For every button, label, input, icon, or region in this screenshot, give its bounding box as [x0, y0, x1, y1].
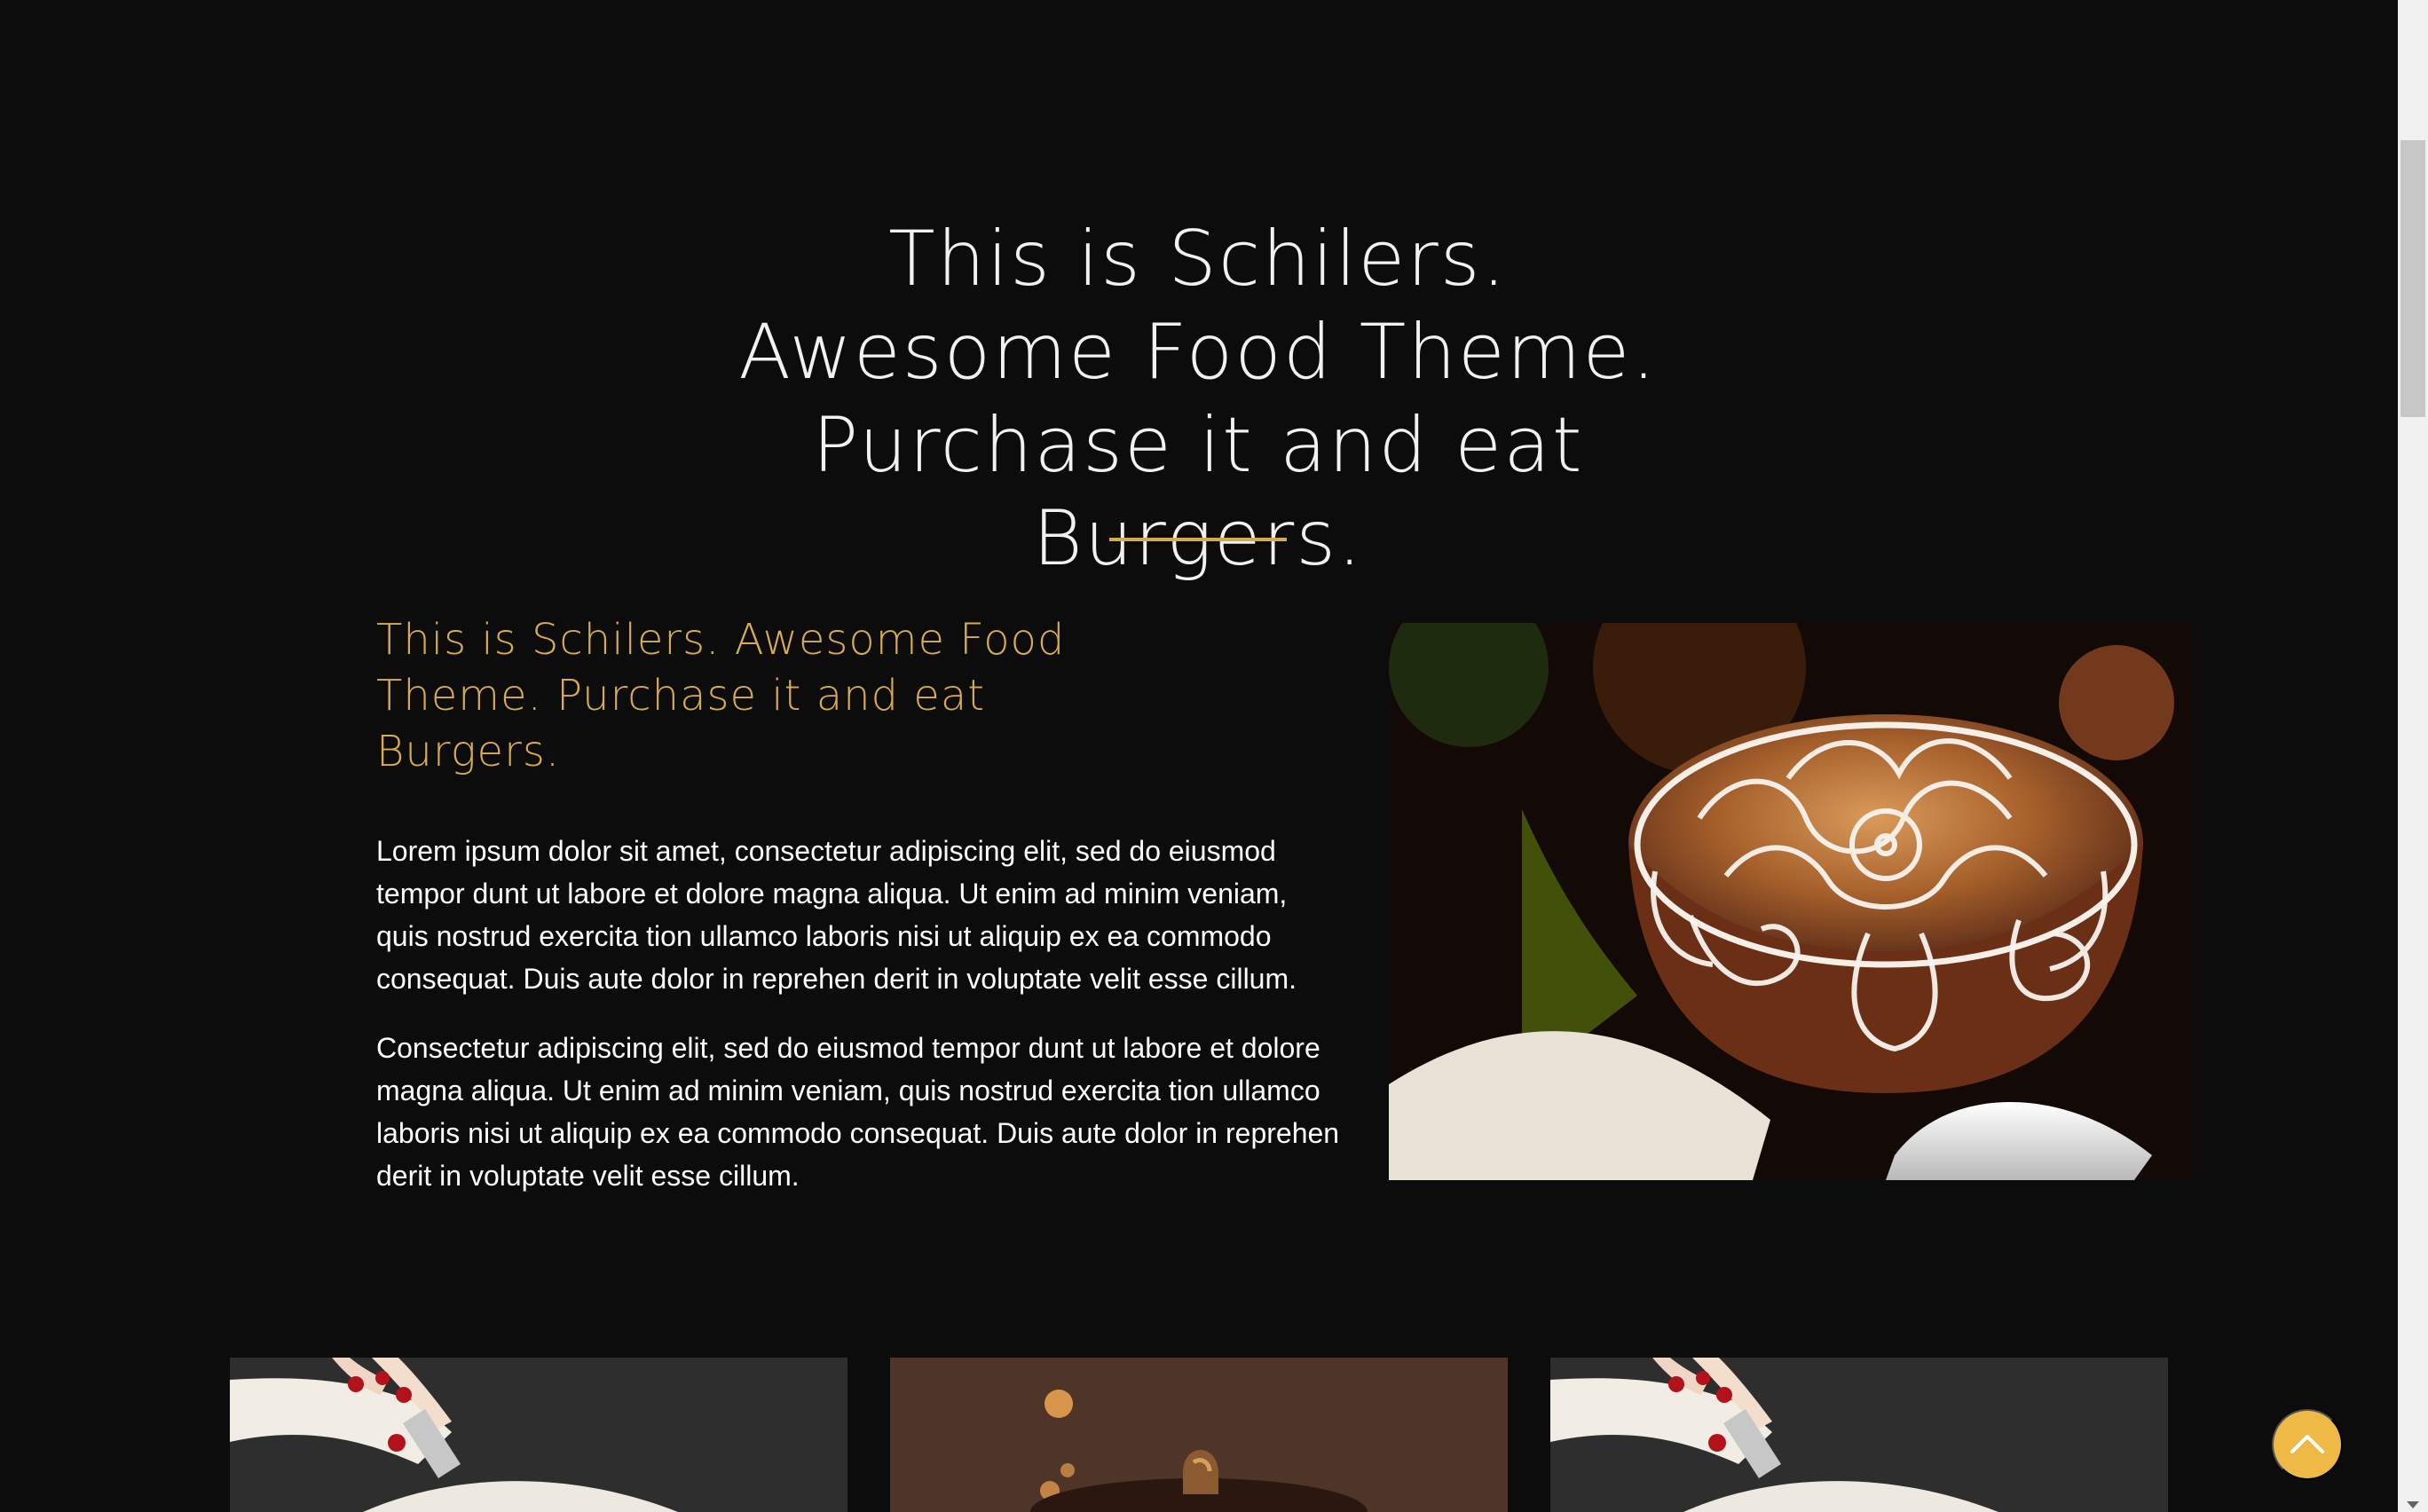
gallery-image-piping-cake — [1550, 1358, 2168, 1512]
scroll-down-arrow-icon[interactable] — [2407, 1501, 2419, 1508]
scrollbar-thumb[interactable] — [2400, 140, 2425, 417]
decorated-cake-image — [1389, 623, 2189, 1180]
about-paragraph: Consectetur adipiscing elit, sed do eius… — [376, 1032, 1340, 1192]
gallery-image-piping-cake — [230, 1358, 847, 1512]
about-heading: This is Schilers. Awesome Food Theme. Pu… — [376, 615, 1066, 776]
page: This is Schilers. Awesome Food Theme. Pu… — [0, 0, 2428, 1512]
about-paragraph: Lorem ipsum dolor sit amet, consectetur … — [376, 835, 1297, 995]
about-section: This is Schilers. Awesome Food Theme. Pu… — [376, 612, 1352, 1224]
back-to-top-button[interactable] — [2272, 1409, 2343, 1480]
gallery-image-chocolate-cake — [890, 1358, 1508, 1512]
title-divider — [1109, 538, 1287, 541]
page-title: This is Schilers. Awesome Food Theme. Pu… — [738, 215, 1658, 583]
vertical-scrollbar[interactable] — [2398, 0, 2428, 1512]
main-content: This is Schilers. Awesome Food Theme. Pu… — [0, 0, 2398, 1512]
chevron-up-icon — [2289, 1430, 2326, 1460]
